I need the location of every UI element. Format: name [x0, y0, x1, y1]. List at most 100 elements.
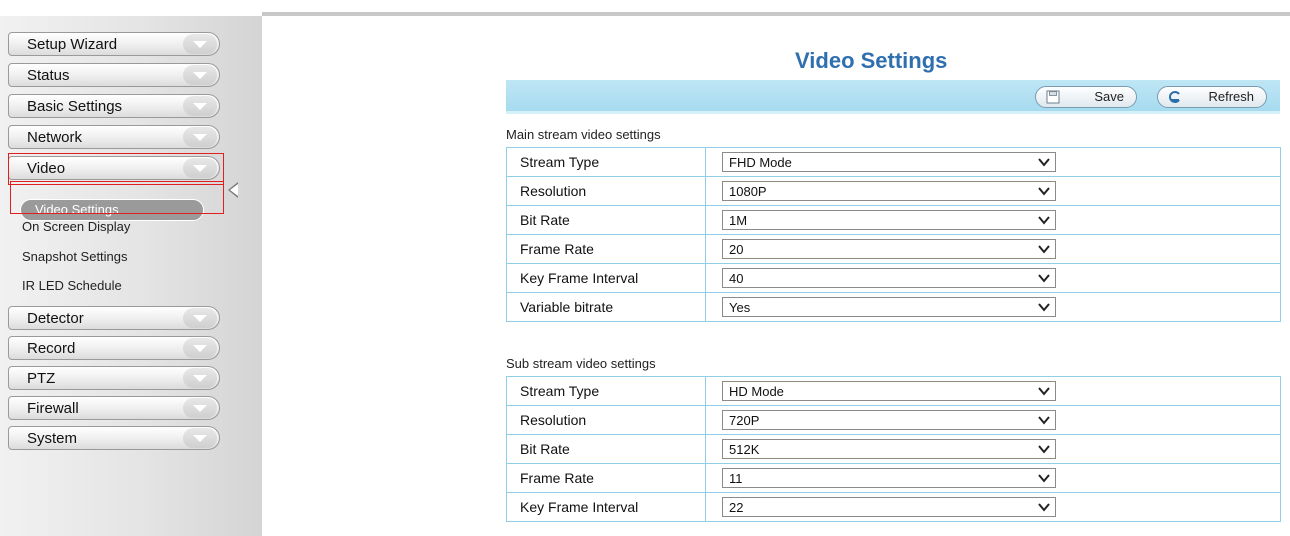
- setting-label: Key Frame Interval: [506, 492, 706, 522]
- sub-key-frame-interval-select[interactable]: 22: [722, 497, 1056, 517]
- chevron-down-icon: [1038, 503, 1050, 512]
- sub-resolution-select[interactable]: 720P: [722, 410, 1056, 430]
- sub-stream-table: Stream Type HD Mode Resolution 720P Bit …: [506, 376, 1281, 522]
- save-label: Save: [1094, 89, 1124, 104]
- chevron-down-icon: [1038, 445, 1050, 454]
- sub-bit-rate-select[interactable]: 512K: [722, 439, 1056, 459]
- subitem-on-screen-display[interactable]: On Screen Display: [22, 219, 130, 234]
- setting-label: Stream Type: [506, 147, 706, 177]
- chevron-down-icon: [1038, 274, 1050, 283]
- variable-bitrate-select[interactable]: Yes: [722, 297, 1056, 317]
- menu-basic-settings[interactable]: Basic Settings: [8, 94, 220, 118]
- menu-status[interactable]: Status: [8, 63, 220, 87]
- setting-value-cell: HD Mode: [705, 376, 1281, 406]
- chevron-down-icon: [1038, 216, 1050, 225]
- menu-video[interactable]: Video: [8, 156, 220, 180]
- subitem-ir-led-schedule[interactable]: IR LED Schedule: [22, 278, 122, 293]
- chevron-down-icon: [183, 65, 217, 85]
- main-stream-heading: Main stream video settings: [506, 127, 661, 142]
- setting-label: Resolution: [506, 176, 706, 206]
- chevron-down-icon: [183, 158, 217, 178]
- select-value: FHD Mode: [729, 155, 792, 170]
- setting-label: Key Frame Interval: [506, 263, 706, 293]
- table-row: Resolution 1080P: [506, 176, 1281, 206]
- refresh-button[interactable]: Refresh: [1157, 86, 1267, 108]
- table-row: Frame Rate 11: [506, 463, 1281, 493]
- chevron-down-icon: [183, 368, 217, 388]
- sidebar: Setup Wizard Status Basic Settings Netwo…: [0, 16, 262, 536]
- chevron-down-icon: [183, 96, 217, 116]
- select-value: 720P: [729, 413, 760, 428]
- subitem-label: Video Settings: [35, 202, 119, 217]
- top-divider: [262, 12, 1290, 16]
- menu-label: Setup Wizard: [27, 36, 118, 53]
- menu-label: Firewall: [27, 400, 79, 417]
- chevron-down-icon: [183, 127, 217, 147]
- select-value: 40: [729, 271, 744, 286]
- setting-value-cell: 11: [705, 463, 1281, 493]
- table-row: Bit Rate 1M: [506, 205, 1281, 235]
- selection-pointer-icon: [228, 182, 238, 198]
- chevron-down-icon: [1038, 416, 1050, 425]
- refresh-icon: [1169, 91, 1180, 103]
- menu-record[interactable]: Record: [8, 336, 220, 360]
- chevron-down-icon: [183, 428, 217, 448]
- setting-value-cell: 40: [705, 263, 1281, 293]
- refresh-label: Refresh: [1208, 89, 1254, 104]
- subitem-video-settings[interactable]: Video Settings: [20, 199, 204, 221]
- menu-network[interactable]: Network: [8, 125, 220, 149]
- menu-detector[interactable]: Detector: [8, 306, 220, 330]
- menu-setup-wizard[interactable]: Setup Wizard: [8, 32, 220, 56]
- select-value: HD Mode: [729, 384, 784, 399]
- toolbar: Save Refresh: [506, 80, 1280, 114]
- select-value: 1080P: [729, 184, 767, 199]
- menu-label: Record: [27, 340, 76, 357]
- table-row: Key Frame Interval 22: [506, 492, 1281, 522]
- table-row: Key Frame Interval 40: [506, 263, 1281, 293]
- select-value: Yes: [729, 300, 751, 315]
- select-value: 512K: [729, 442, 760, 457]
- table-row: Stream Type FHD Mode: [506, 147, 1281, 177]
- menu-label: Detector: [27, 310, 84, 327]
- chevron-down-icon: [1038, 187, 1050, 196]
- menu-label: Basic Settings: [27, 98, 123, 115]
- bit-rate-select[interactable]: 1M: [722, 210, 1056, 230]
- setting-value-cell: 512K: [705, 434, 1281, 464]
- stream-type-select[interactable]: FHD Mode: [722, 152, 1056, 172]
- select-value: 1M: [729, 213, 748, 228]
- menu-label: System: [27, 430, 78, 447]
- chevron-down-icon: [183, 338, 217, 358]
- setting-value-cell: 1M: [705, 205, 1281, 235]
- setting-value-cell: 1080P: [705, 176, 1281, 206]
- setting-label: Frame Rate: [506, 463, 706, 493]
- chevron-down-icon: [183, 308, 217, 328]
- key-frame-interval-select[interactable]: 40: [722, 268, 1056, 288]
- menu-label: Video: [27, 160, 66, 177]
- setting-label: Frame Rate: [506, 234, 706, 264]
- select-value: 11: [729, 471, 743, 486]
- menu-firewall[interactable]: Firewall: [8, 396, 220, 420]
- chevron-down-icon: [183, 398, 217, 418]
- table-row: Bit Rate 512K: [506, 434, 1281, 464]
- chevron-down-icon: [1038, 303, 1050, 312]
- menu-label: Network: [27, 129, 83, 146]
- subitem-snapshot-settings[interactable]: Snapshot Settings: [22, 249, 128, 264]
- top-strip: [0, 0, 1290, 16]
- main-stream-table: Stream Type FHD Mode Resolution 1080P Bi…: [506, 147, 1281, 322]
- resolution-select[interactable]: 1080P: [722, 181, 1056, 201]
- menu-label: Status: [27, 67, 70, 84]
- setting-label: Variable bitrate: [506, 292, 706, 322]
- setting-label: Resolution: [506, 405, 706, 435]
- select-value: 20: [729, 242, 744, 257]
- frame-rate-select[interactable]: 20: [722, 239, 1056, 259]
- sub-stream-type-select[interactable]: HD Mode: [722, 381, 1056, 401]
- setting-value-cell: Yes: [705, 292, 1281, 322]
- menu-system[interactable]: System: [8, 426, 220, 450]
- chevron-down-icon: [1038, 158, 1050, 167]
- sub-frame-rate-select[interactable]: 11: [722, 468, 1056, 488]
- save-button[interactable]: Save: [1035, 86, 1137, 108]
- menu-ptz[interactable]: PTZ: [8, 366, 220, 390]
- setting-value-cell: 22: [705, 492, 1281, 522]
- select-value: 22: [729, 500, 744, 515]
- table-row: Resolution 720P: [506, 405, 1281, 435]
